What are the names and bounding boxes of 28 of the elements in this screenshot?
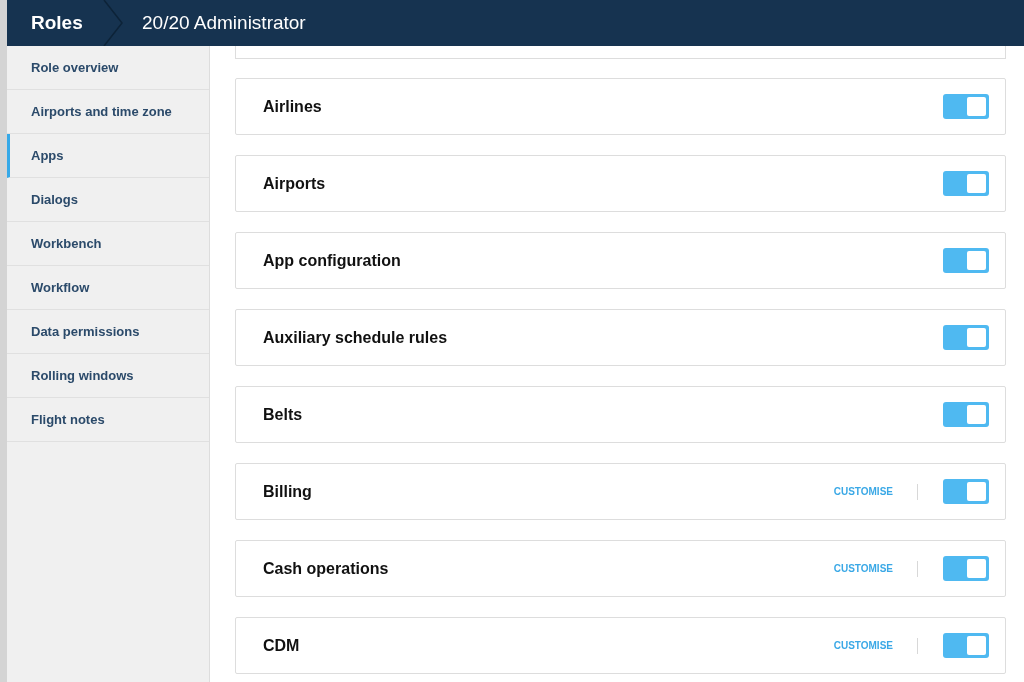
app-name: App configuration (263, 250, 402, 271)
toggle-switch[interactable] (943, 402, 989, 427)
sidebar-item[interactable]: Rolling windows (7, 354, 209, 398)
sidebar-item[interactable]: Apps (7, 134, 209, 178)
sidebar-item[interactable]: Dialogs (7, 178, 209, 222)
sidebar-item[interactable]: Data permissions (7, 310, 209, 354)
toggle-switch[interactable] (943, 633, 989, 658)
toggle-switch[interactable] (943, 556, 989, 581)
toggle-switch[interactable] (943, 94, 989, 119)
app-name: Auxiliary schedule rules (263, 327, 449, 348)
app-name: Airlines (263, 96, 323, 117)
toggle-switch[interactable] (943, 171, 989, 196)
sidebar-item[interactable]: Role overview (7, 46, 209, 90)
sidebar-item[interactable]: Airports and time zone (7, 90, 209, 134)
toggle-switch[interactable] (943, 325, 989, 350)
breadcrumb-chevron-icon (102, 0, 126, 46)
toggle-switch[interactable] (943, 248, 989, 273)
section-title: Roles (30, 10, 84, 35)
sidebar-item[interactable]: Workbench (7, 222, 209, 266)
app-name: CDM (263, 635, 301, 656)
app-name: Billing (263, 481, 313, 502)
sidebar-item[interactable]: Flight notes (7, 398, 209, 442)
app-name: Cash operations (263, 558, 390, 579)
toggle-switch[interactable] (943, 479, 989, 504)
sidebar-item[interactable]: Workflow (7, 266, 209, 310)
app-name: Airports (263, 173, 327, 194)
page-title: 20/20 Administrator (142, 10, 306, 35)
app-name: Belts (263, 404, 304, 425)
